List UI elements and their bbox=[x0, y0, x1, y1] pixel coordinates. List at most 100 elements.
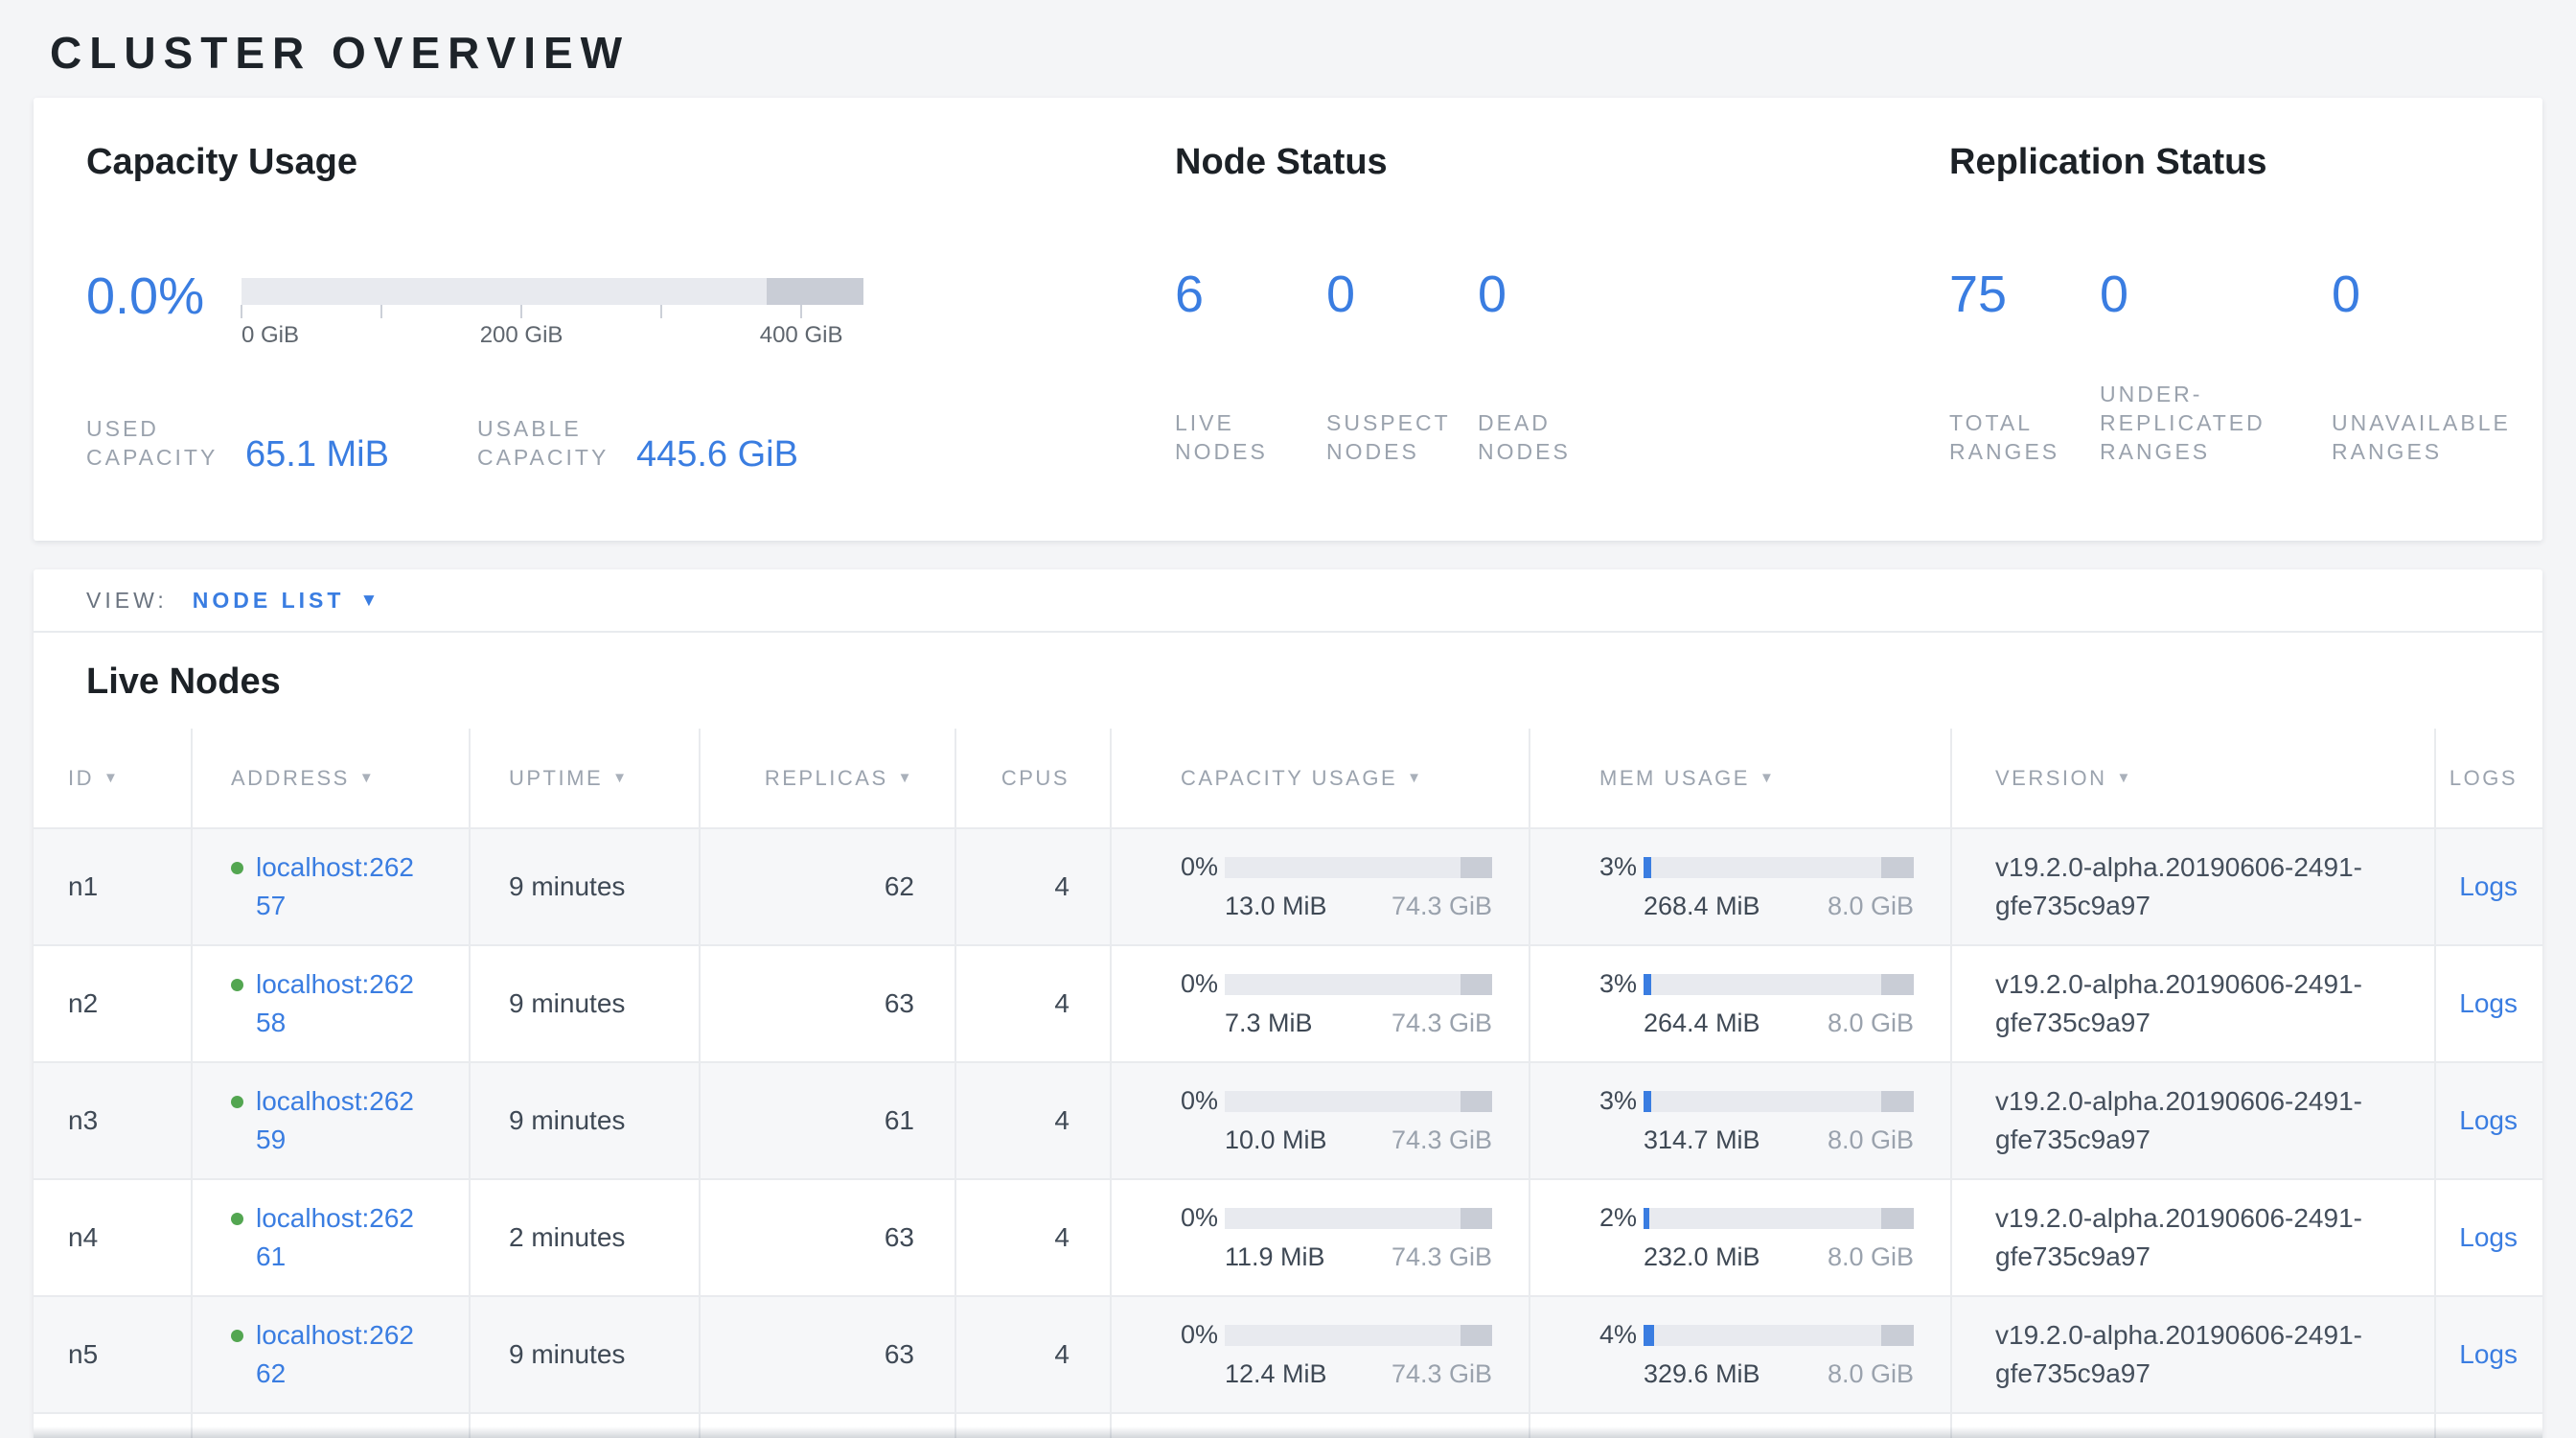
node-live-dot-icon bbox=[231, 862, 243, 874]
node-version-cell: v19.2.0-alpha.20190606-2491-gfe735c9a97 bbox=[1951, 945, 2435, 1062]
memory-usage-reserved bbox=[1881, 857, 1914, 878]
node-logs-cell: Logs bbox=[2435, 1062, 2542, 1179]
node-version: v19.2.0-alpha.20190606-2491-gfe735c9a97 bbox=[1995, 965, 2434, 1042]
column-header-mem-usage[interactable]: MEM USAGE▼ bbox=[1530, 729, 1951, 828]
live-nodes-label: LIVE NODES bbox=[1175, 408, 1326, 466]
capacity-usage-bar bbox=[1225, 974, 1492, 995]
node-id: n1 bbox=[68, 871, 98, 901]
axis-tick-label: 400 GiB bbox=[760, 322, 843, 349]
table-row: n4 localhost:26261 2 minutes 63 4 0% 11. bbox=[34, 1179, 2542, 1296]
capacity-usage-bar bbox=[1225, 1325, 1492, 1346]
node-status-section-title: Node Status bbox=[1175, 140, 1949, 184]
memory-usage-bar bbox=[1644, 857, 1914, 878]
node-logs-link[interactable]: Logs bbox=[2459, 871, 2518, 901]
node-logs-link[interactable]: Logs bbox=[2459, 988, 2518, 1018]
live-nodes-value: 6 bbox=[1175, 267, 1326, 322]
column-label: ID bbox=[68, 766, 94, 790]
memory-usage-fill bbox=[1644, 1208, 1649, 1229]
chevron-down-icon: ▼ bbox=[359, 591, 378, 612]
memory-percent: 3% bbox=[1599, 969, 1644, 999]
capacity-usage-widget: 0% 10.0 MiB 74.3 GiB bbox=[1112, 1086, 1529, 1155]
node-address-link[interactable]: localhost:26262 bbox=[256, 1316, 424, 1393]
memory-percent: 3% bbox=[1599, 852, 1644, 882]
node-version-cell: v19.2.0-alpha.20190606-2491-gfe735c9a97 bbox=[1951, 1179, 2435, 1296]
memory-usage-bar bbox=[1644, 974, 1914, 995]
cluster-overview-page: CLUSTER OVERVIEW Capacity Usage 0.0% bbox=[0, 0, 2576, 1438]
axis-tick-label: 0 GiB bbox=[242, 322, 299, 349]
node-logs-link[interactable]: Logs bbox=[2459, 1222, 2518, 1252]
capacity-usage-section: Capacity Usage 0.0% 0 GiB 200 GiB bbox=[86, 140, 1175, 541]
column-header-uptime[interactable]: UPTIME▼ bbox=[470, 729, 700, 828]
node-memory-cell: 2% 232.0 MiB 8.0 GiB bbox=[1530, 1179, 1951, 1296]
capacity-usage-bar bbox=[1225, 857, 1492, 878]
node-live-dot-icon bbox=[231, 1330, 243, 1342]
column-header-capacity-usage[interactable]: CAPACITY USAGE▼ bbox=[1111, 729, 1530, 828]
column-header-replicas[interactable]: REPLICAS▼ bbox=[700, 729, 955, 828]
unavailable-ranges-label: UNAVAILABLE RANGES bbox=[2332, 408, 2542, 466]
node-logs-cell: Logs bbox=[2435, 945, 2542, 1062]
capacity-usage-reserved bbox=[1460, 1325, 1492, 1346]
node-cpus: 4 bbox=[1054, 988, 1070, 1018]
memory-total: 8.0 GiB bbox=[1828, 1359, 1914, 1389]
table-row: n5 localhost:26262 9 minutes 63 4 0% 12. bbox=[34, 1296, 2542, 1413]
column-header-address[interactable]: ADDRESS▼ bbox=[192, 729, 470, 828]
node-id-cell: n4 bbox=[34, 1179, 192, 1296]
node-version: v19.2.0-alpha.20190606-2491-gfe735c9a97 bbox=[1995, 1199, 2434, 1276]
capacity-total: 74.3 GiB bbox=[1392, 1009, 1492, 1038]
view-label: VIEW: bbox=[86, 588, 168, 614]
memory-used: 314.7 MiB bbox=[1644, 1125, 1760, 1155]
replication-stats: 75 TOTAL RANGES 0 UNDER-REPLICATED RANGE… bbox=[1949, 267, 2542, 466]
column-header-id[interactable]: ID▼ bbox=[34, 729, 192, 828]
node-id: n3 bbox=[68, 1105, 98, 1135]
usable-capacity-stat: USABLE CAPACITY 445.6 GiB bbox=[477, 414, 798, 472]
node-address-link[interactable]: localhost:26258 bbox=[256, 965, 424, 1042]
capacity-used: 10.0 MiB bbox=[1225, 1125, 1327, 1155]
node-uptime: 9 minutes bbox=[509, 1339, 625, 1369]
node-version: v19.2.0-alpha.20190606-2491-gfe735c9a97 bbox=[1995, 848, 2434, 925]
under-replicated-ranges-stat: 0 UNDER-REPLICATED RANGES bbox=[2100, 267, 2332, 466]
node-address-link[interactable]: localhost:26261 bbox=[256, 1199, 424, 1276]
used-capacity-value: 65.1 MiB bbox=[245, 437, 389, 472]
node-live-dot-icon bbox=[231, 1096, 243, 1108]
sort-caret-icon: ▼ bbox=[2117, 770, 2133, 786]
capacity-used: 7.3 MiB bbox=[1225, 1009, 1313, 1038]
dead-nodes-stat: 0 DEAD NODES bbox=[1478, 267, 1629, 466]
node-uptime-cell: 9 minutes bbox=[470, 828, 700, 945]
live-nodes-section: Live Nodes ID▼ADDRESS▼UPTIME▼REPLICAS▼CP… bbox=[34, 633, 2542, 1438]
node-cpus-cell: 4 bbox=[955, 1062, 1111, 1179]
capacity-percent: 0% bbox=[1181, 852, 1225, 882]
memory-used: 268.4 MiB bbox=[1644, 892, 1760, 921]
node-address-link[interactable]: localhost:26259 bbox=[256, 1082, 424, 1159]
node-memory-cell: 4% 329.6 MiB 8.0 GiB bbox=[1530, 1296, 1951, 1413]
sort-caret-icon: ▼ bbox=[1760, 770, 1776, 786]
node-cpus: 4 bbox=[1054, 1105, 1070, 1135]
node-id-cell: n5 bbox=[34, 1296, 192, 1413]
column-header-version[interactable]: VERSION▼ bbox=[1951, 729, 2435, 828]
node-logs-link[interactable]: Logs bbox=[2459, 1105, 2518, 1135]
live-nodes-title: Live Nodes bbox=[34, 660, 2542, 704]
table-row-clipped bbox=[34, 1413, 2542, 1438]
column-label: ADDRESS bbox=[231, 766, 350, 790]
node-uptime: 9 minutes bbox=[509, 871, 625, 901]
capacity-used-percent: 0.0% bbox=[86, 268, 211, 324]
node-address-link[interactable]: localhost:26257 bbox=[256, 848, 424, 925]
capacity-used: 13.0 MiB bbox=[1225, 892, 1327, 921]
capacity-bar-reserved-segment bbox=[767, 278, 863, 305]
node-cpus-cell: 4 bbox=[955, 945, 1111, 1062]
table-row: n1 localhost:26257 9 minutes 62 4 0% 13. bbox=[34, 828, 2542, 945]
total-ranges-value: 75 bbox=[1949, 267, 2100, 322]
node-uptime-cell: 2 minutes bbox=[470, 1179, 700, 1296]
suspect-nodes-stat: 0 SUSPECT NODES bbox=[1326, 267, 1478, 466]
node-logs-cell: Logs bbox=[2435, 828, 2542, 945]
view-dropdown[interactable]: NODE LIST ▼ bbox=[193, 588, 378, 614]
node-replicas: 62 bbox=[885, 871, 914, 901]
live-nodes-stat: 6 LIVE NODES bbox=[1175, 267, 1326, 466]
capacity-usage-widget: 0% 11.9 MiB 74.3 GiB bbox=[1112, 1203, 1529, 1272]
capacity-usage-bar bbox=[1225, 1208, 1492, 1229]
node-id-cell: n3 bbox=[34, 1062, 192, 1179]
view-dropdown-value: NODE LIST bbox=[193, 588, 345, 614]
node-logs-link[interactable]: Logs bbox=[2459, 1339, 2518, 1369]
memory-used: 329.6 MiB bbox=[1644, 1359, 1760, 1389]
capacity-bar bbox=[242, 278, 863, 305]
node-id: n2 bbox=[68, 988, 98, 1018]
